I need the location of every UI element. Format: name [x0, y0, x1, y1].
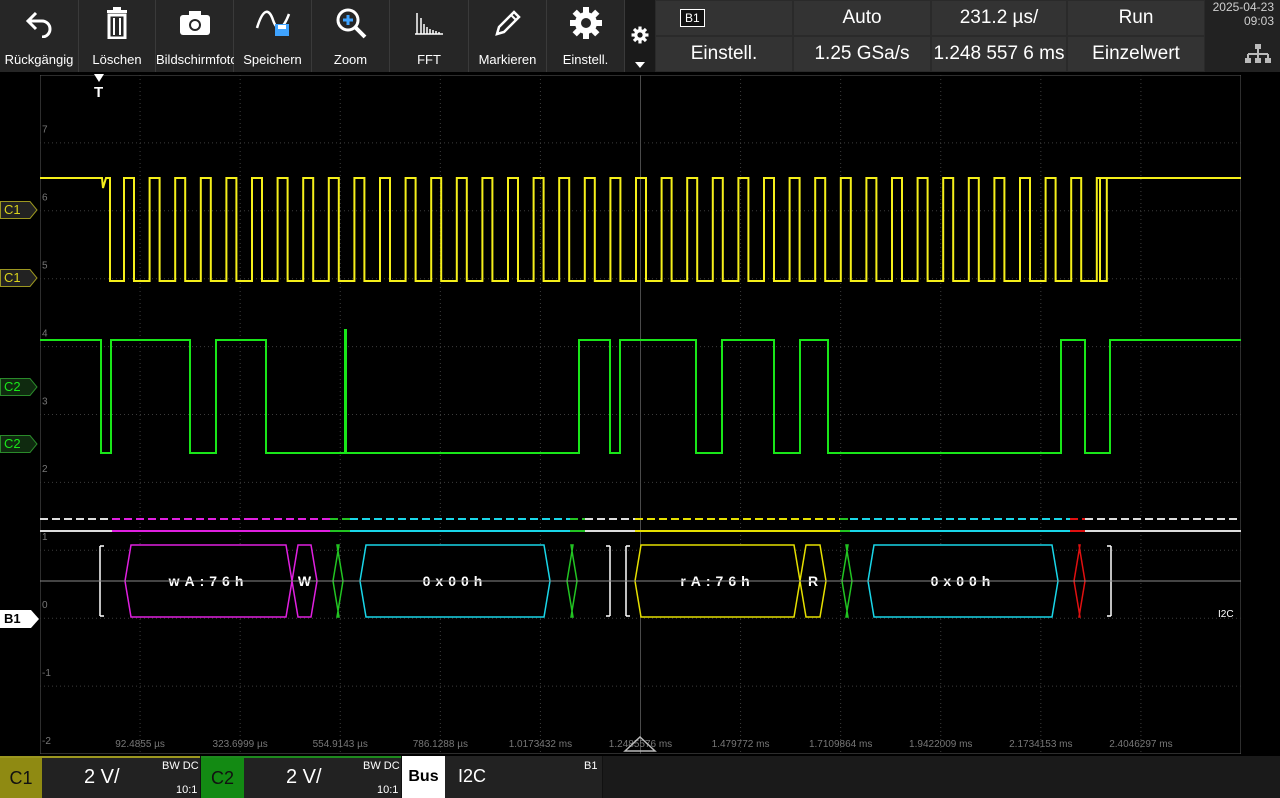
screenshot-button[interactable]: Bildschirmfoto — [156, 0, 238, 72]
y-axis-label: 0 — [42, 600, 48, 611]
ch2-probe-ratio: 10:1 — [377, 784, 399, 796]
x-axis-label: 1.0173432 ms — [509, 739, 572, 750]
y-axis-label: -1 — [42, 668, 51, 679]
x-axis-label: 323.6999 µs — [213, 739, 268, 750]
x-axis-label: 1.7109864 ms — [809, 739, 872, 750]
x-axis-label: 2.1734153 ms — [1009, 739, 1072, 750]
ch1-offset-tag-text: C1 — [4, 270, 21, 285]
network-icon — [1245, 44, 1271, 63]
bus-offset-tag[interactable]: B1 — [0, 610, 40, 628]
settings-label: Einstell. — [562, 52, 609, 67]
sample-rate[interactable]: 1.25 GSa/s — [794, 37, 930, 71]
y-axis-label: 1 — [42, 532, 48, 543]
small-gear-icon — [631, 26, 649, 44]
x-axis-label: 554.9143 µs — [313, 739, 368, 750]
y-axis-label: 7 — [42, 125, 48, 136]
status-bar: C1 2 V/ BW DC 10:1 C2 2 V/ BW DC 10:1 Bu… — [0, 756, 1280, 798]
acquisition-header: B1 Einstell. Auto 1.25 GSa/s 231.2 µs/ 1… — [655, 0, 1205, 72]
ch1-probe-ratio: 10:1 — [176, 784, 198, 796]
y-axis-label: 5 — [42, 261, 48, 272]
ch2-trigger-tag-text: C2 — [4, 379, 21, 394]
trigger-arrow-icon — [94, 74, 104, 82]
fft-icon — [415, 13, 443, 35]
camera-icon — [179, 11, 210, 35]
bus-offset-tag-text: B1 — [4, 611, 21, 626]
waveform-display[interactable]: 7 6 5 4 3 2 1 0 -1 -2 92.4855 µs 323.6999 µs 554.91… — [40, 75, 1241, 754]
y-axis-label: -2 — [42, 736, 51, 747]
ch2-status[interactable]: C2 2 V/ BW DC 10:1 — [201, 756, 401, 798]
ch2-vertical-scale: 2 V/ — [286, 766, 322, 788]
run-state[interactable]: Run — [1068, 1, 1204, 35]
trigger-marker[interactable]: T — [92, 74, 106, 102]
save-waveform-icon — [255, 10, 290, 36]
ch2-trigger-level-tag[interactable]: C2 — [0, 378, 38, 396]
record-length[interactable]: 1.248 557 6 ms — [932, 37, 1066, 71]
settings-button[interactable]: Einstell. — [547, 0, 625, 72]
y-axis-label: 4 — [42, 328, 48, 339]
bus-protocol-tag: I2C — [1218, 609, 1234, 620]
x-axis-label: 92.4855 µs — [115, 739, 165, 750]
save-label: Speichern — [243, 52, 302, 67]
time-scale[interactable]: 231.2 µs/ — [932, 1, 1066, 35]
bus-badge: B1 — [680, 9, 705, 27]
gear-icon — [569, 7, 602, 39]
mark-label: Markieren — [478, 52, 537, 67]
ch1-bandwidth-coupling: BW DC — [162, 760, 199, 772]
bus-status-id: B1 — [584, 760, 598, 772]
undo-icon — [25, 11, 52, 38]
undo-button[interactable]: Rückgängig — [0, 0, 79, 72]
ch1-trigger-tag-text: C1 — [4, 202, 21, 217]
y-axis-label: 3 — [42, 396, 48, 407]
acquisition-mode[interactable]: Einzelwert — [1068, 37, 1204, 71]
bus-status[interactable]: Bus I2C B1 — [402, 756, 602, 798]
save-button[interactable]: Speichern — [234, 0, 312, 72]
zoom-icon — [336, 8, 366, 39]
x-axis-label: 1.479772 ms — [712, 739, 770, 750]
bus-badge-cell[interactable]: B1 — [656, 1, 792, 35]
screenshot-label: Bildschirmfoto — [156, 52, 238, 67]
ch1-offset-tag[interactable]: C1 — [0, 269, 38, 287]
x-axis-label: 2.4046297 ms — [1109, 739, 1172, 750]
x-axis-label: 786.1288 µs — [413, 739, 468, 750]
ch1-vertical-scale: 2 V/ — [84, 766, 120, 788]
delete-label: Löschen — [92, 52, 142, 67]
ch2-status-badge: C2 — [201, 758, 244, 798]
y-axis-label: 2 — [42, 464, 48, 475]
ch1-trigger-level-tag[interactable]: C1 — [0, 201, 38, 219]
x-axis-label: 1.9422009 ms — [909, 739, 972, 750]
fft-button[interactable]: FFT — [390, 0, 469, 72]
bus-status-protocol: I2C — [458, 766, 487, 786]
pen-icon — [494, 10, 521, 36]
trigger-marker-label: T — [94, 84, 104, 101]
x-axis-label: 1.2485576 ms — [609, 739, 672, 750]
datetime-panel: 2025-04-23 09:03 — [1205, 0, 1280, 72]
mark-button[interactable]: Markieren — [469, 0, 547, 72]
y-axis-label: 6 — [42, 193, 48, 204]
bus-settings-cell[interactable]: Einstell. — [656, 37, 792, 71]
toolbar-more-button[interactable] — [625, 0, 655, 72]
delete-button[interactable]: Löschen — [79, 0, 156, 72]
zoom-button[interactable]: Zoom — [312, 0, 390, 72]
ch1-status-badge: C1 — [0, 758, 42, 798]
date-text: 2025-04-23 — [1212, 0, 1274, 14]
zoom-label: Zoom — [333, 52, 368, 67]
status-bar-empty — [603, 756, 1280, 798]
ch2-offset-tag[interactable]: C2 — [0, 435, 38, 453]
fft-label: FFT — [417, 52, 441, 67]
ch2-bandwidth-coupling: BW DC — [363, 760, 400, 772]
ch1-status[interactable]: C1 2 V/ BW DC 10:1 — [0, 756, 200, 798]
ch2-offset-tag-text: C2 — [4, 436, 21, 451]
toolbar: Rückgängig Löschen Bildschirmfoto Speich… — [0, 0, 655, 72]
bus-status-badge: Bus — [402, 756, 445, 798]
undo-label: Rückgängig — [4, 52, 74, 67]
trash-icon — [107, 7, 127, 39]
trigger-mode[interactable]: Auto — [794, 1, 930, 35]
time-text: 09:03 — [1243, 14, 1274, 28]
chevron-down-icon — [635, 62, 645, 68]
